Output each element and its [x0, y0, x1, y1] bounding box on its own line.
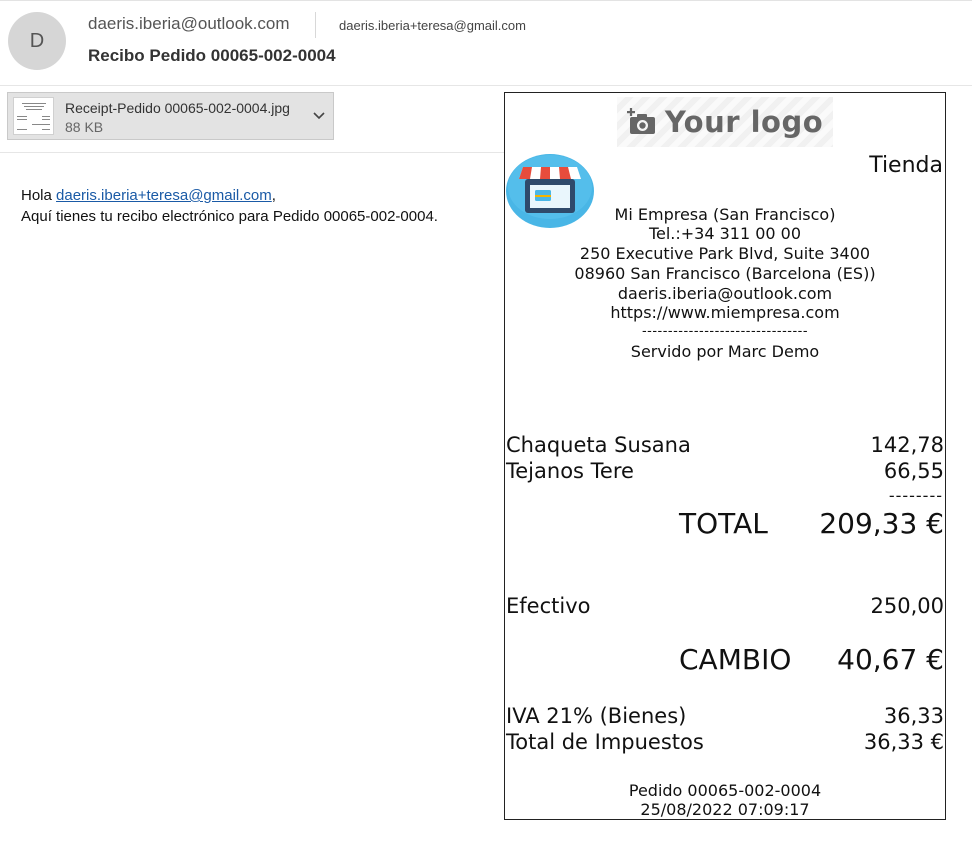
body-line-2: Aquí tienes tu recibo electrónico para P…: [21, 208, 438, 225]
tax-total-value: 36,33 €: [863, 730, 944, 754]
tax-total-label: Total de Impuestos: [506, 730, 704, 754]
greeting: Hola: [21, 187, 52, 204]
receipt-image: Your logo Tienda Mi Empresa (San Francis…: [504, 92, 946, 820]
served-by: Servido por Marc Demo: [630, 342, 820, 361]
top-border: [0, 0, 972, 1]
line-item: Chaqueta Susana 142,78: [506, 433, 944, 458]
header-separator: [315, 12, 316, 38]
email-subject: Recibo Pedido 00065-002-0004: [88, 46, 336, 65]
sender-avatar[interactable]: D: [8, 12, 66, 70]
change-label: CAMBIO: [679, 643, 792, 676]
tax-row: IVA 21% (Bienes) 36,33: [506, 704, 944, 729]
email-body: Hola daeris.iberia+teresa@gmail.com, Aqu…: [21, 185, 438, 227]
order-datetime: 25/08/2022 07:09:17: [640, 800, 810, 819]
recipient-address[interactable]: daeris.iberia+teresa@gmail.com: [339, 18, 526, 33]
payment-label: Efectivo: [506, 594, 591, 618]
store-label: Tienda: [869, 153, 943, 178]
company-email: daeris.iberia@outlook.com: [617, 284, 833, 303]
sender-address[interactable]: daeris.iberia@outlook.com: [88, 14, 290, 34]
chevron-down-icon[interactable]: [311, 107, 327, 123]
email-view: D daeris.iberia@outlook.com daeris.iberi…: [0, 0, 972, 842]
company-name: Mi Empresa (San Francisco): [614, 205, 836, 224]
greeting-comma: ,: [271, 187, 276, 204]
camera-add-icon: [626, 108, 655, 134]
total-label: TOTAL: [679, 507, 768, 540]
tax-label: IVA 21% (Bienes): [506, 704, 687, 728]
line-item-name: Chaqueta Susana: [506, 433, 691, 457]
line-item: Tejanos Tere 66,55: [506, 459, 944, 484]
company-address-1: 250 Executive Park Blvd, Suite 3400: [579, 244, 871, 263]
payment-row: Efectivo 250,00: [506, 594, 944, 619]
attachment-divider: [0, 152, 504, 153]
logo-placeholder: Your logo: [617, 97, 833, 147]
company-phone: Tel.:+34 311 00 00: [648, 224, 802, 243]
payment-value: 250,00: [870, 594, 944, 618]
attachment-name[interactable]: Receipt-Pedido 00065-002-0004.jpg: [65, 100, 290, 116]
line-item-name: Tejanos Tere: [506, 459, 634, 483]
company-address-2: 08960 San Francisco (Barcelona (ES)): [574, 264, 876, 283]
line-item-amount: 66,55: [883, 459, 944, 483]
attachment-thumbnail[interactable]: [13, 97, 54, 135]
header-divider: [0, 85, 972, 86]
attachment-size: 88 KB: [65, 119, 104, 135]
order-reference: Pedido 00065-002-0004: [628, 781, 822, 800]
logo-text: Your logo: [664, 105, 824, 139]
body-line-1: Hola daeris.iberia+teresa@gmail.com,: [21, 185, 438, 206]
receipt-separator: --------------------------------: [641, 324, 809, 339]
change-value: 40,67 €: [837, 643, 944, 676]
company-website: https://www.miempresa.com: [610, 303, 840, 322]
total-value: 209,33 €: [819, 507, 944, 540]
line-item-amount: 142,78: [870, 433, 944, 457]
tax-total-row: Total de Impuestos 36,33 €: [506, 730, 944, 755]
attachment-card[interactable]: Receipt-Pedido 00065-002-0004.jpg 88 KB: [7, 92, 334, 140]
recipient-link[interactable]: daeris.iberia+teresa@gmail.com: [56, 187, 272, 204]
tax-value: 36,33: [883, 704, 944, 728]
subtotal-dashes: --------: [888, 486, 943, 505]
